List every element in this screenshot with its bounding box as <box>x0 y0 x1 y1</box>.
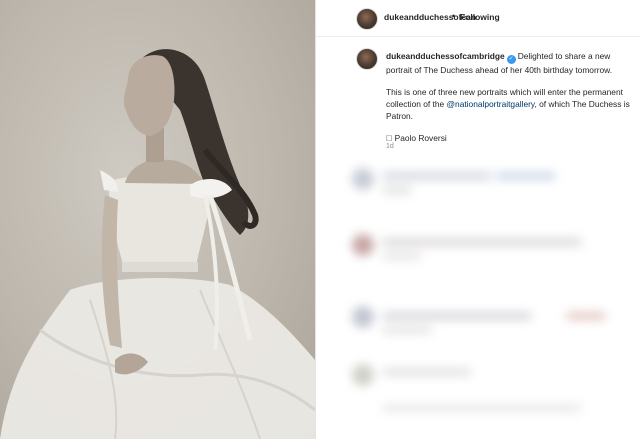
blurred-line <box>566 312 606 320</box>
blurred-avatar <box>352 234 374 256</box>
post-timestamp[interactable]: 1d <box>386 143 394 150</box>
blurred-line <box>382 404 582 412</box>
blurred-avatar <box>352 168 374 190</box>
following-button[interactable]: Following <box>460 12 500 22</box>
post-side-panel: dukeandduchessofcan • Following dukeandd… <box>316 0 640 439</box>
portrait-illustration <box>0 49 315 439</box>
blurred-avatar <box>352 364 374 386</box>
post-header: dukeandduchessofcan • Following <box>316 0 640 37</box>
blurred-line <box>382 326 432 334</box>
blurred-line <box>382 368 472 376</box>
caption-avatar[interactable] <box>356 48 378 70</box>
verified-badge-icon: ✓ <box>506 55 516 64</box>
post-photo[interactable] <box>0 0 315 439</box>
mention-link[interactable]: @nationalportraitgallery <box>447 99 535 109</box>
blurred-line <box>382 252 422 260</box>
header-avatar[interactable] <box>356 8 378 30</box>
blurred-line <box>382 312 532 320</box>
caption-second-paragraph: This is one of three new portraits which… <box>386 86 631 122</box>
blurred-line <box>496 172 556 180</box>
blurred-line <box>382 172 492 180</box>
header-separator: • <box>452 11 456 21</box>
post-caption: dukeandduchessofcambridge ✓ Delighted to s… <box>386 50 631 154</box>
caption-username[interactable]: dukeandduchessofcambridge <box>386 51 505 61</box>
blurred-line <box>382 238 582 246</box>
caption-first-paragraph: dukeandduchessofcambridge ✓ Delighted to s… <box>386 50 631 76</box>
photo-credit:   Paolo Roversi <box>386 133 447 143</box>
blurred-line <box>382 186 412 194</box>
blurred-comments <box>316 156 640 439</box>
blurred-avatar <box>352 306 374 328</box>
